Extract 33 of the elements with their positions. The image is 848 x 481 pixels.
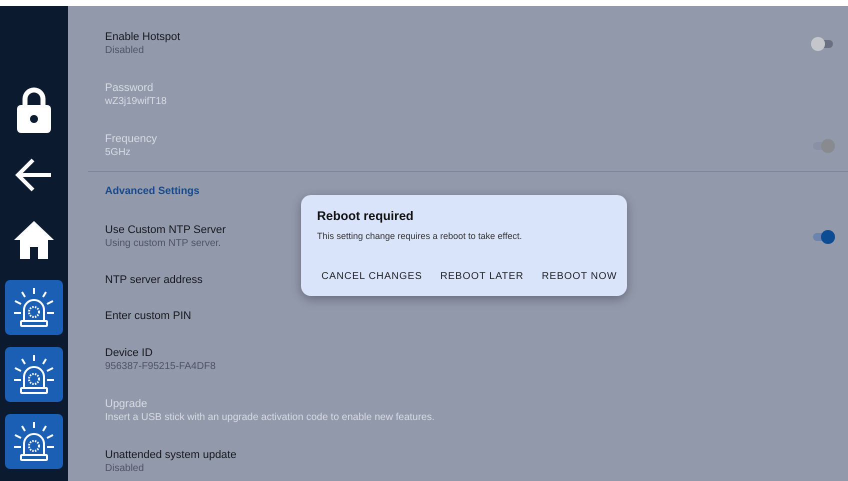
back-arrow-icon [15,158,53,192]
setting-value: 956387-F95215-FA4DF8 [105,360,216,374]
setting-title: Upgrade [105,396,148,410]
lock-icon [16,86,52,133]
setting-title: Password [105,80,154,94]
beacon-light-icon [12,286,56,328]
setting-value: Insert a USB stick with an upgrade activation code to enable new features. [105,410,435,424]
setting-title: Unattended system update [105,448,236,462]
setting-title: NTP server address [105,273,203,287]
beacon-light-icon [12,420,56,462]
alarm-button[interactable] [5,280,63,335]
setting-value: wZ3j19wifT18 [105,94,167,108]
setting-title: Enable Hotspot [105,30,180,44]
alarm-button[interactable] [5,414,63,470]
section-header: Advanced Settings [104,184,201,199]
setting-title: Enter custom PIN [105,309,192,323]
setting-title: Use Custom NTP Server [105,222,226,236]
dialog-title: Reboot required [317,209,415,224]
setting-value: 5GHz [105,146,132,160]
setting-value: Using custom NTP server. [105,236,222,250]
beacon-light-icon [12,353,56,396]
setting-title: Device ID [105,346,154,360]
setting-value: Disabled [105,44,145,58]
setting-value: Disabled [105,462,145,476]
dialog-button[interactable]: REBOOT LATER [440,265,524,288]
home-icon [14,221,54,259]
alarm-button[interactable] [5,346,63,402]
toggle-switch[interactable] [811,36,835,52]
dialog-button[interactable]: REBOOT NOW [542,265,617,288]
toggle-switch[interactable] [811,228,835,244]
dialog-button[interactable]: CANCEL CHANGES [321,265,422,288]
setting-title: Frequency [105,132,157,146]
dialog-message: This setting change requires a reboot to take effect. [317,230,523,243]
